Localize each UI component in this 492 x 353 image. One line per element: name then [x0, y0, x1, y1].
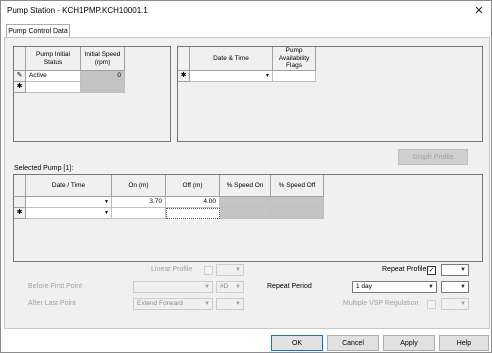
chevron-down-icon: ▼ — [235, 284, 241, 290]
availability-flags-cell[interactable] — [273, 71, 316, 82]
window-title: Pump Station - KCH1PMP.KCH10001.1 — [7, 6, 148, 15]
initial-speed-cell[interactable] — [81, 82, 125, 93]
repeat-period-combo[interactable]: 1 day ▼ — [352, 281, 437, 293]
row-new-marker[interactable]: ✱ — [14, 82, 26, 93]
tab-pump-control-data[interactable]: Pump Control Data — [6, 24, 70, 38]
linear-profile-combo[interactable]: ▼ — [216, 264, 244, 276]
chevron-down-icon: ▼ — [235, 267, 241, 273]
before-first-point-unit-combo[interactable]: #D ▼ — [216, 281, 244, 293]
before-first-point-label: Before First Point — [28, 283, 83, 290]
row-edit-marker[interactable]: ✎ — [14, 71, 26, 82]
pump-speed-on-cell[interactable] — [220, 197, 271, 208]
grid-corner — [14, 175, 26, 197]
column-header-off[interactable]: Off (m) — [166, 175, 220, 197]
multiple-vsp-regulation-checkbox[interactable] — [427, 300, 436, 309]
cancel-button[interactable]: Cancel — [327, 335, 379, 351]
grid-corner — [14, 47, 26, 71]
repeat-period-value: 1 day — [356, 283, 372, 290]
tab-panel: Pump Initial Status Initial Speed (rpm) … — [4, 37, 490, 329]
column-header-speed-on[interactable]: % Speed On — [220, 175, 271, 197]
pump-off-cell[interactable]: 4.00 — [166, 197, 220, 208]
dropdown-arrow-icon[interactable]: ▼ — [265, 71, 270, 81]
repeat-profile-combo[interactable]: ▼ — [441, 264, 469, 276]
repeat-profile-checkbox[interactable]: ✓ — [427, 266, 436, 275]
graph-profile-button[interactable]: Graph Profile — [398, 149, 468, 165]
after-last-point-combo[interactable]: Extend Forward ▼ — [133, 298, 213, 310]
title-bar: Pump Station - KCH1PMP.KCH10001.1 ✕ — [1, 1, 491, 21]
chevron-down-icon: ▼ — [235, 301, 241, 307]
after-last-point-value: Extend Forward — [137, 300, 183, 307]
chevron-down-icon: ▼ — [204, 284, 210, 290]
initial-status-grid[interactable]: Pump Initial Status Initial Speed (rpm) … — [13, 46, 171, 142]
repeat-period-unit-combo[interactable]: ▼ — [441, 281, 469, 293]
before-first-point-combo[interactable]: ▼ — [133, 281, 213, 293]
chevron-down-icon: ▼ — [460, 284, 466, 290]
column-header-availability-flags[interactable]: Pump Availability Flags — [273, 47, 316, 71]
pump-off-cell[interactable] — [166, 208, 220, 219]
availability-date-cell[interactable]: ▼ — [190, 71, 273, 82]
repeat-period-label: Repeat Period — [267, 283, 312, 290]
pump-speed-on-cell[interactable] — [220, 208, 271, 219]
column-header-initial-status[interactable]: Pump Initial Status — [26, 47, 81, 71]
chevron-down-icon: ▼ — [460, 301, 466, 307]
close-icon[interactable]: ✕ — [471, 3, 487, 19]
ok-button[interactable]: OK — [271, 335, 323, 351]
multiple-vsp-regulation-label: Multiple VSP Regulation — [343, 300, 419, 307]
grid-corner — [178, 47, 190, 71]
availability-grid[interactable]: Date & Time Pump Availability Flags ✱ ▼ — [177, 46, 483, 142]
multiple-vsp-regulation-combo[interactable]: ▼ — [441, 298, 469, 310]
help-button[interactable]: Help — [439, 335, 489, 351]
before-first-point-unit: #D — [220, 283, 229, 290]
row-new-marker[interactable]: ✱ — [178, 71, 190, 82]
chevron-down-icon: ▼ — [460, 267, 466, 273]
repeat-profile-label: Repeat Profile — [382, 266, 427, 273]
pump-station-dialog: Pump Station - KCH1PMP.KCH10001.1 ✕ Pump… — [0, 0, 492, 353]
initial-speed-cell[interactable]: 0 — [81, 71, 125, 82]
linear-profile-checkbox[interactable] — [204, 266, 213, 275]
pump-date-cell[interactable]: ▼ — [26, 197, 112, 208]
chevron-down-icon: ▼ — [204, 301, 210, 307]
pump-on-cell[interactable] — [112, 208, 166, 219]
after-last-point-unit-combo[interactable]: ▼ — [216, 298, 244, 310]
column-header-date-time[interactable]: Date / Time — [26, 175, 112, 197]
dropdown-arrow-icon[interactable]: ▼ — [104, 197, 109, 207]
column-header-on[interactable]: On (m) — [112, 175, 166, 197]
pump-speed-off-cell[interactable] — [271, 208, 324, 219]
column-header-date-time[interactable]: Date & Time — [190, 47, 273, 71]
row-new-marker[interactable]: ✱ — [14, 208, 26, 219]
selected-pump-label: Selected Pump [1]: — [14, 165, 74, 172]
pump-on-cell[interactable]: 3.70 — [112, 197, 166, 208]
apply-button[interactable]: Apply — [383, 335, 435, 351]
column-header-initial-speed[interactable]: Initial Speed (rpm) — [81, 47, 125, 71]
pump-speed-off-cell[interactable] — [271, 197, 324, 208]
pump-control-grid[interactable]: Date / Time On (m) Off (m) % Speed On % … — [13, 174, 483, 262]
after-last-point-label: After Last Point — [28, 300, 76, 307]
initial-status-cell[interactable]: Active — [26, 71, 81, 82]
linear-profile-label: Linear Profile — [151, 266, 193, 273]
column-header-speed-off[interactable]: % Speed Off — [271, 175, 324, 197]
chevron-down-icon: ▼ — [428, 284, 434, 290]
pump-date-cell[interactable]: ▼ — [26, 208, 112, 219]
row-marker[interactable] — [14, 197, 26, 208]
dropdown-arrow-icon[interactable]: ▼ — [104, 208, 109, 218]
initial-status-cell[interactable] — [26, 82, 81, 93]
